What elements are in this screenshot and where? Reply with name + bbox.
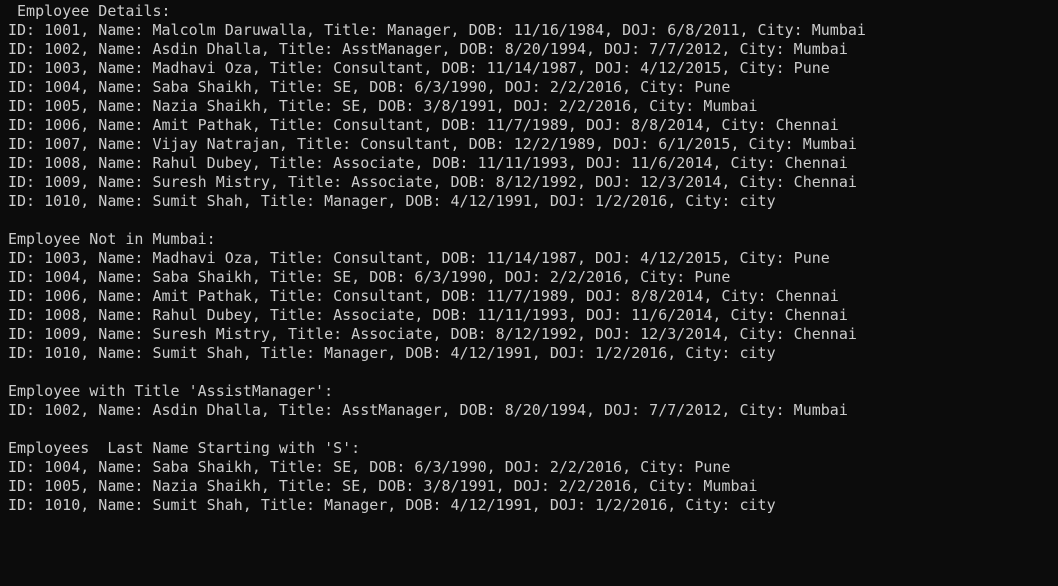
console-line: ID: 1004, Name: Saba Shaikh, Title: SE, … (8, 78, 731, 96)
console-line: ID: 1006, Name: Amit Pathak, Title: Cons… (8, 287, 839, 305)
console-line: ID: 1007, Name: Vijay Natrajan, Title: C… (8, 135, 857, 153)
console-line: Employee with Title 'AssistManager': (8, 382, 334, 400)
console-line: ID: 1003, Name: Madhavi Oza, Title: Cons… (8, 59, 830, 77)
console-line: ID: 1009, Name: Suresh Mistry, Title: As… (8, 173, 857, 191)
console-output[interactable]: Employee Details: ID: 1001, Name: Malcolm… (0, 0, 1058, 586)
console-line: ID: 1010, Name: Sumit Shah, Title: Manag… (8, 192, 776, 210)
console-line: Employee Details: (8, 2, 171, 20)
console-line: ID: 1005, Name: Nazia Shaikh, Title: SE,… (8, 97, 758, 115)
console-line: Employee Not in Mumbai: (8, 230, 216, 248)
console-line: ID: 1001, Name: Malcolm Daruwalla, Title… (8, 21, 866, 39)
console-line: ID: 1008, Name: Rahul Dubey, Title: Asso… (8, 306, 848, 324)
console-line: ID: 1008, Name: Rahul Dubey, Title: Asso… (8, 154, 848, 172)
console-line: Employees Last Name Starting with 'S': (8, 439, 361, 457)
console-line: ID: 1006, Name: Amit Pathak, Title: Cons… (8, 116, 839, 134)
console-line: ID: 1004, Name: Saba Shaikh, Title: SE, … (8, 268, 731, 286)
console-line: ID: 1005, Name: Nazia Shaikh, Title: SE,… (8, 477, 758, 495)
console-line: ID: 1010, Name: Sumit Shah, Title: Manag… (8, 344, 776, 362)
console-line: ID: 1004, Name: Saba Shaikh, Title: SE, … (8, 458, 731, 476)
console-line: ID: 1003, Name: Madhavi Oza, Title: Cons… (8, 249, 830, 267)
console-line: ID: 1010, Name: Sumit Shah, Title: Manag… (8, 496, 776, 514)
console-line: ID: 1002, Name: Asdin Dhalla, Title: Ass… (8, 40, 848, 58)
console-line: ID: 1009, Name: Suresh Mistry, Title: As… (8, 325, 857, 343)
console-line: ID: 1002, Name: Asdin Dhalla, Title: Ass… (8, 401, 848, 419)
